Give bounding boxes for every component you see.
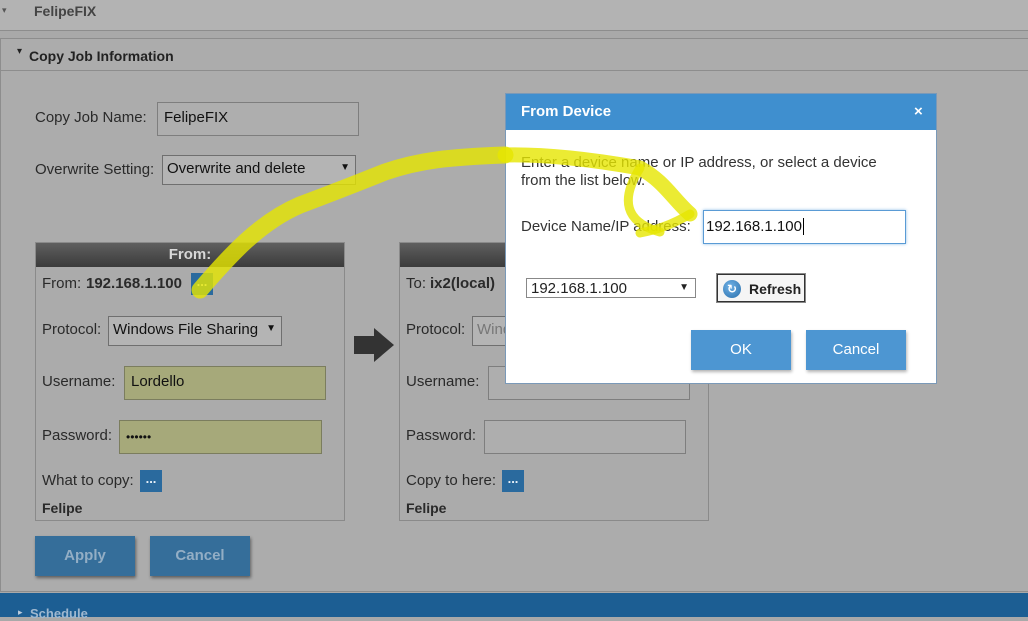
from-value: 192.168.1.100 — [86, 275, 182, 292]
device-name-value: 192.168.1.100 — [706, 218, 802, 235]
from-folder: Felipe — [42, 500, 83, 516]
overwrite-value: Overwrite and delete — [167, 160, 306, 177]
dialog-instructions: Enter a device name or IP address, or se… — [521, 154, 877, 190]
refresh-icon: ↻ — [723, 280, 741, 298]
to-password-input[interactable] — [484, 420, 686, 454]
from-label: From: — [42, 275, 82, 292]
from-protocol-select[interactable]: Windows File Sharing ▼ — [108, 316, 282, 346]
to-username-label: Username: — [406, 373, 480, 390]
section-title: Copy Job Information — [29, 48, 174, 64]
dialog-instructions-line1: Enter a device name or IP address, or se… — [521, 154, 877, 171]
from-browse-button[interactable]: ... — [191, 273, 213, 295]
copy-to-here-button[interactable]: ... — [502, 470, 524, 492]
device-name-input[interactable]: 192.168.1.100 — [703, 210, 906, 244]
device-select-value: 192.168.1.100 — [531, 280, 627, 297]
section-header[interactable]: ▾ Copy Job Information — [1, 39, 1028, 71]
dialog-header: From Device × — [506, 94, 936, 130]
arrow-right-icon — [354, 328, 394, 362]
to-value: ix2(local) — [430, 275, 496, 292]
job-name-label: Copy Job Name: — [35, 109, 147, 126]
close-icon[interactable]: × — [914, 103, 923, 120]
device-select[interactable]: 192.168.1.100 ▼ — [526, 278, 696, 298]
dialog-instructions-line2: from the list below. — [521, 172, 646, 189]
what-to-copy-label: What to copy: — [42, 472, 134, 489]
from-password-input[interactable]: •••••• — [119, 420, 322, 454]
expand-caret-icon[interactable]: ▸ — [18, 607, 23, 618]
to-protocol-label: Protocol: — [406, 321, 466, 338]
text-cursor — [802, 218, 804, 235]
from-password-label: Password: — [42, 427, 113, 444]
from-username-input[interactable]: Lordello — [124, 366, 326, 400]
overwrite-select[interactable]: Overwrite and delete ▼ — [162, 155, 356, 185]
from-protocol-value: Windows File Sharing — [113, 321, 259, 338]
job-name-input[interactable]: FelipeFIX — [157, 102, 359, 136]
refresh-label: Refresh — [749, 281, 802, 297]
from-username-label: Username: — [42, 373, 116, 390]
dropdown-arrow-icon: ▼ — [266, 323, 276, 334]
expand-caret-icon[interactable]: ▾ — [17, 46, 22, 57]
dialog-cancel-button[interactable]: Cancel — [806, 330, 906, 370]
schedule-section-header[interactable]: ▸ Schedule — [0, 593, 1028, 621]
overwrite-label: Overwrite Setting: — [35, 161, 155, 178]
to-label: To: — [406, 275, 427, 292]
dialog-title: From Device — [521, 103, 612, 120]
cancel-button[interactable]: Cancel — [150, 536, 250, 576]
schedule-title: Schedule — [30, 606, 88, 621]
apply-button[interactable]: Apply — [35, 536, 135, 576]
from-protocol-label: Protocol: — [42, 321, 102, 338]
copy-to-here-label: Copy to here: — [406, 472, 497, 489]
from-panel-header: From: — [36, 243, 344, 267]
dropdown-arrow-icon: ▼ — [340, 162, 350, 173]
page-title: FelipeFIX — [34, 3, 97, 19]
refresh-button[interactable]: ↻ Refresh — [716, 273, 806, 303]
to-password-label: Password: — [406, 427, 477, 444]
to-folder: Felipe — [406, 500, 447, 516]
collapse-caret-icon[interactable]: ▾ — [2, 5, 7, 16]
top-header[interactable]: ▾ FelipeFIX — [0, 0, 1028, 31]
dropdown-arrow-icon: ▼ — [679, 282, 689, 293]
from-device-dialog: From Device × Enter a device name or IP … — [505, 93, 937, 384]
device-name-label: Device Name/IP address: — [521, 218, 691, 235]
what-to-copy-button[interactable]: ... — [140, 470, 162, 492]
ok-button[interactable]: OK — [691, 330, 791, 370]
